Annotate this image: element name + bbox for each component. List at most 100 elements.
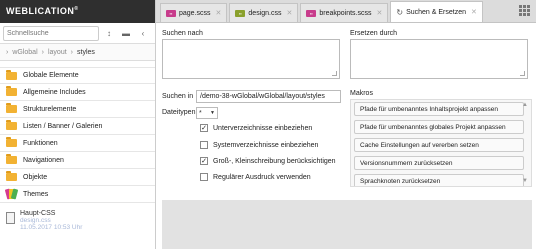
search-in-input[interactable]: /demo-38-wGlobal/wGlobal/layout/styles bbox=[196, 90, 341, 103]
tab-search-replace[interactable]: ↻ Suchen & Ersetzen ✕ bbox=[390, 1, 483, 22]
scss-file-icon: ▪▪ bbox=[306, 9, 317, 17]
current-file-info[interactable]: Haupt-CSS design.css 11.05.2017 10:53 Uh… bbox=[6, 210, 82, 231]
macro-button[interactable]: Pfade für umbenanntes globales Projekt a… bbox=[354, 120, 524, 134]
breadcrumb-separator: › bbox=[70, 48, 74, 56]
file-title: Haupt-CSS bbox=[20, 210, 56, 217]
back-icon[interactable]: ‹ bbox=[136, 26, 150, 40]
option-label: Unterverzeichnisse einbeziehen bbox=[213, 124, 313, 132]
tab-design-css[interactable]: ▪▪ design.css ✕ bbox=[229, 3, 299, 22]
folder-icon bbox=[6, 154, 17, 164]
checkbox-unchecked[interactable] bbox=[200, 141, 208, 149]
close-icon[interactable]: ✕ bbox=[377, 9, 383, 17]
tab-bar: ▪▪ page.scss ✕ ▪▪ design.css ✕ ▪▪ breakp… bbox=[156, 0, 536, 23]
checkbox-checked[interactable]: ✓ bbox=[200, 124, 208, 132]
file-icon bbox=[6, 212, 15, 224]
folder-list: Globale Elemente Allgemeine Includes Str… bbox=[0, 67, 155, 203]
option-case-sensitive[interactable]: ✓ Groß-, Kleinschreibung berücksichtigen bbox=[200, 157, 336, 165]
tab-page-scss[interactable]: ▪▪ page.scss ✕ bbox=[160, 3, 228, 22]
app-logo: WEBLICATION® bbox=[0, 0, 155, 23]
themes-icon bbox=[4, 188, 19, 200]
sidebar-toolbar: ↕ ▬ ‹ bbox=[0, 23, 155, 44]
file-date: 11.05.2017 10:53 Uhr bbox=[20, 224, 83, 231]
search-replace-icon: ↻ bbox=[396, 7, 404, 17]
sidebar-item-label: Objekte bbox=[23, 173, 48, 181]
tab-label: breakpoints.scss bbox=[319, 9, 372, 17]
app-grid-icon[interactable] bbox=[519, 5, 530, 16]
sidebar-item-label: Themes bbox=[23, 190, 49, 198]
option-label: Systemverzeichnisse einbeziehen bbox=[213, 141, 319, 149]
chevron-down-icon: ▼ bbox=[210, 110, 215, 116]
sidebar-item-themes[interactable]: Themes bbox=[0, 186, 155, 203]
sidebar-item-label: Globale Elemente bbox=[23, 72, 79, 79]
results-panel bbox=[162, 200, 532, 249]
checkbox-unchecked[interactable] bbox=[200, 173, 208, 181]
sidebar-item-strukturelemente[interactable]: Strukturelemente bbox=[0, 101, 155, 118]
macro-button[interactable]: Versionsnummern zurücksetzen bbox=[354, 156, 524, 170]
sidebar-item-objekte[interactable]: Objekte bbox=[0, 169, 155, 186]
folder-view-icon[interactable]: ▬ bbox=[119, 26, 133, 40]
file-name: design.css bbox=[20, 217, 51, 224]
folder-icon bbox=[6, 171, 17, 181]
checkbox-checked[interactable]: ✓ bbox=[200, 157, 208, 165]
resize-grip-icon[interactable] bbox=[332, 71, 337, 76]
breadcrumb-item[interactable]: styles bbox=[77, 49, 95, 56]
sidebar-item-label: Strukturelemente bbox=[23, 105, 77, 113]
breadcrumb-item[interactable]: wGlobal bbox=[12, 49, 37, 56]
brand-name: WEBLICATION bbox=[6, 6, 75, 16]
close-icon[interactable]: ✕ bbox=[216, 9, 222, 17]
search-replace-panel: Suchen nach Ersetzen durch Suchen in /de… bbox=[156, 23, 536, 249]
search-in-label: Suchen in bbox=[162, 93, 194, 100]
search-in-value: /demo-38-wGlobal/wGlobal/layout/styles bbox=[200, 93, 325, 100]
tab-breakpoints-scss[interactable]: ▪▪ breakpoints.scss ✕ bbox=[300, 3, 389, 22]
macros-list: Pfade für umbenanntes Inhaltsprojekt anp… bbox=[350, 99, 532, 187]
macros-label: Makros bbox=[350, 90, 373, 97]
breadcrumb-separator: › bbox=[6, 48, 9, 56]
close-icon[interactable]: ✕ bbox=[286, 9, 292, 17]
filetypes-value: * bbox=[199, 109, 202, 117]
scroll-down-icon[interactable]: ▼ bbox=[522, 178, 528, 184]
sidebar-item-funktionen[interactable]: Funktionen bbox=[0, 135, 155, 152]
quick-search-input[interactable] bbox=[3, 25, 99, 41]
folder-icon bbox=[6, 120, 17, 130]
tab-label: design.css bbox=[248, 9, 282, 17]
replace-label: Ersetzen durch bbox=[350, 30, 398, 37]
sidebar-item-globale-elemente[interactable]: Globale Elemente bbox=[0, 67, 155, 84]
option-regex[interactable]: Regulärer Ausdruck verwenden bbox=[200, 173, 311, 181]
sidebar-item-label: Funktionen bbox=[23, 139, 58, 147]
breadcrumb-item[interactable]: layout bbox=[48, 49, 67, 56]
css-file-icon: ▪▪ bbox=[235, 9, 246, 17]
sidebar-item-allgemeine-includes[interactable]: Allgemeine Includes bbox=[0, 84, 155, 101]
sidebar-item-listen[interactable]: Listen / Banner / Galerien bbox=[0, 118, 155, 135]
macro-button[interactable]: Pfade für umbenanntes Inhaltsprojekt anp… bbox=[354, 102, 524, 116]
replace-textarea[interactable] bbox=[350, 39, 528, 79]
sidebar-item-navigationen[interactable]: Navigationen bbox=[0, 152, 155, 169]
macro-button[interactable]: Sprachknoten zurücksetzen bbox=[354, 174, 524, 186]
sidebar-item-label: Allgemeine Includes bbox=[23, 88, 86, 96]
sidebar-item-label: Listen / Banner / Galerien bbox=[23, 122, 103, 130]
brand-mark: ® bbox=[74, 6, 79, 12]
sidebar: WEBLICATION® ↕ ▬ ‹ › wGlobal › layout › … bbox=[0, 0, 156, 249]
filetypes-label: Dateitypen bbox=[162, 109, 196, 116]
resize-grip-icon[interactable] bbox=[520, 71, 525, 76]
option-label: Regulärer Ausdruck verwenden bbox=[213, 173, 311, 181]
sort-icon[interactable]: ↕ bbox=[102, 26, 116, 40]
macro-button[interactable]: Cache Einstellungen auf vererben setzen bbox=[354, 138, 524, 152]
folder-icon bbox=[6, 137, 17, 147]
breadcrumb-separator: › bbox=[41, 48, 44, 56]
sidebar-item-label: Navigationen bbox=[23, 156, 64, 164]
breadcrumb: › wGlobal › layout › styles bbox=[0, 44, 155, 61]
tab-label: page.scss bbox=[179, 9, 211, 17]
close-icon[interactable]: ✕ bbox=[471, 8, 477, 16]
option-label: Groß-, Kleinschreibung berücksichtigen bbox=[213, 157, 336, 165]
scroll-up-icon[interactable]: ▲ bbox=[522, 102, 528, 108]
option-system-directories[interactable]: Systemverzeichnisse einbeziehen bbox=[200, 141, 318, 149]
filetypes-select[interactable]: * ▼ bbox=[196, 107, 218, 119]
folder-icon bbox=[6, 86, 17, 96]
folder-icon bbox=[6, 103, 17, 113]
scss-file-icon: ▪▪ bbox=[166, 9, 176, 17]
search-label: Suchen nach bbox=[162, 30, 203, 37]
option-subdirectories[interactable]: ✓ Unterverzeichnisse einbeziehen bbox=[200, 124, 312, 132]
search-textarea[interactable] bbox=[162, 39, 340, 79]
tab-label: Suchen & Ersetzen bbox=[406, 8, 467, 16]
folder-icon bbox=[6, 69, 17, 80]
